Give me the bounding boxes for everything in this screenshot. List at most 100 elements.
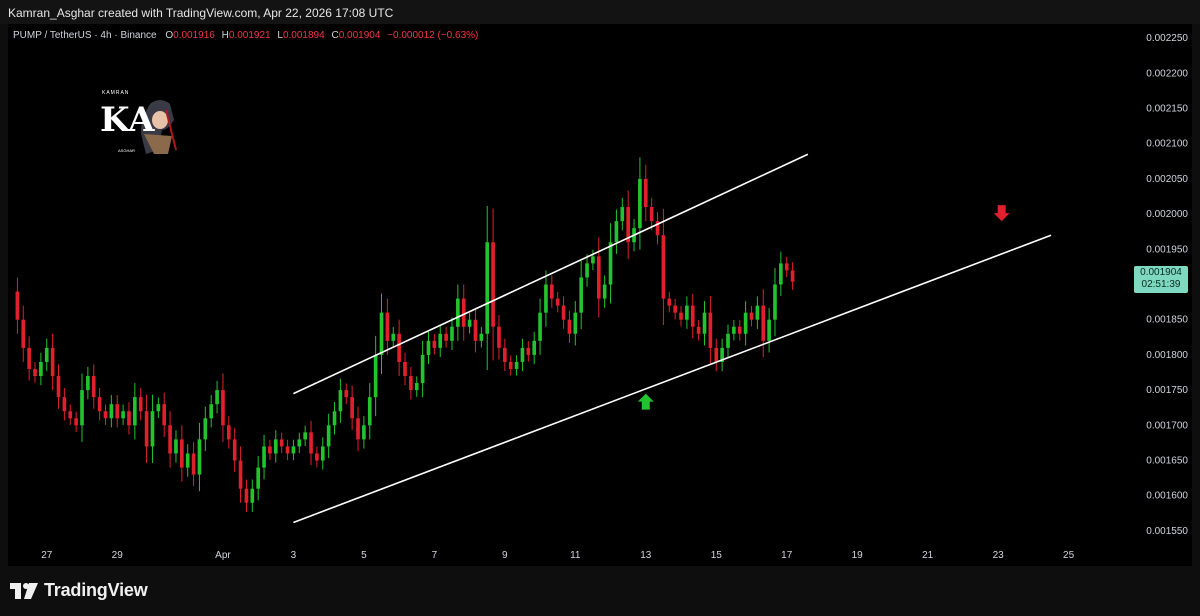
candle-body [555, 298, 560, 306]
x-tick-label: 17 [781, 550, 793, 561]
y-tick-label: 0.002100 [1146, 139, 1188, 150]
candle-body [344, 390, 349, 398]
candle-body [643, 178, 648, 208]
candle-body [673, 305, 677, 313]
x-tick-label: 23 [993, 550, 1005, 561]
candle-body [133, 397, 137, 426]
candle-body [150, 411, 155, 447]
candle-body [221, 390, 225, 426]
x-tick-label: 27 [41, 550, 53, 561]
x-tick-label: 15 [711, 550, 723, 561]
candle-body [596, 256, 601, 299]
y-tick-label: 0.001550 [1146, 526, 1188, 537]
candle-body [773, 284, 777, 320]
candle-body [50, 347, 55, 377]
y-tick-label: 0.001650 [1146, 456, 1188, 467]
candle-body [503, 347, 507, 362]
candle-body [667, 298, 672, 306]
candle-body [303, 432, 307, 440]
candle-body [696, 326, 701, 334]
candle-body [68, 411, 73, 419]
candle-body [244, 488, 249, 503]
symbol-legend[interactable]: PUMP / TetherUS · 4h · Binance O0.001916… [13, 30, 478, 41]
candle-body [197, 439, 202, 475]
x-tick-label: 21 [922, 550, 934, 561]
candle-body [690, 305, 695, 327]
y-tick-label: 0.001750 [1146, 385, 1188, 396]
x-tick-label: 25 [1063, 550, 1075, 561]
candle-body [679, 312, 683, 320]
open-label: O [165, 30, 174, 41]
candle-body [573, 312, 578, 334]
candle-body [755, 305, 760, 320]
candle-body [103, 411, 108, 419]
candle-body [309, 432, 313, 454]
price-chart[interactable]: 0.001550 0.001600 0.001650 0.001700 0.001750… [0, 0, 1200, 616]
candle-body [532, 340, 537, 355]
candle-body [326, 425, 331, 447]
candle-body [444, 333, 448, 341]
badge-top-text: KAMRAN [102, 90, 130, 96]
arrow-up-icon [637, 393, 654, 410]
candle-body [544, 284, 548, 313]
candles-layer [15, 157, 795, 512]
x-tick-label: 13 [640, 550, 652, 561]
candle-body [86, 376, 90, 391]
candle-body [714, 347, 719, 362]
candle-body [426, 340, 431, 355]
badge-letters: KA [100, 100, 155, 140]
candle-body [185, 453, 190, 468]
x-tick-label: 5 [361, 550, 367, 561]
candle-body [268, 446, 272, 454]
candle-body [367, 397, 372, 426]
close-label: C [331, 30, 339, 41]
y-tick-label: 0.002150 [1146, 103, 1188, 114]
candle-body [397, 333, 401, 362]
tradingview-logo[interactable]: TradingView [10, 580, 148, 601]
candle-body [297, 439, 302, 447]
candle-body [661, 235, 666, 299]
candle-body [191, 453, 196, 475]
candle-body [526, 347, 531, 355]
y-tick-label: 0.001950 [1146, 244, 1188, 255]
candle-body [743, 312, 748, 334]
candle-body [21, 319, 26, 348]
x-axis: 27 29 Apr 3 5 7 9 11 13 15 17 19 21 23 25 [41, 550, 1074, 561]
close-value: 0.001904 [338, 30, 381, 41]
change-value: −0.000012 (−0.63%) [387, 30, 479, 41]
candle-body [761, 305, 766, 341]
candle-body [491, 242, 495, 327]
candle-body [784, 263, 789, 271]
candle-body [350, 397, 354, 419]
candle-body [232, 439, 237, 461]
arrow-down-icon [993, 205, 1010, 222]
candle-body [273, 439, 278, 454]
candle-body [414, 383, 419, 391]
candle-body [708, 312, 713, 348]
candle-body [74, 418, 78, 426]
author-logo: KAMRAN KA ASGHAR [98, 90, 178, 158]
x-tick-label: 19 [852, 550, 864, 561]
y-tick-label: 0.002200 [1146, 68, 1188, 79]
candle-body [450, 326, 454, 341]
candle-body [538, 312, 542, 341]
candle-body [420, 354, 425, 384]
candle-body [109, 404, 114, 419]
open-value: 0.001916 [173, 30, 215, 41]
x-tick-label: 11 [570, 550, 581, 561]
candle-body [473, 319, 478, 341]
candle-body [561, 305, 566, 320]
candle-body [579, 277, 584, 313]
candle-body [391, 333, 396, 341]
candle-body [315, 453, 319, 461]
candle-body [514, 361, 519, 369]
candle-body [338, 390, 343, 412]
candle-body [467, 319, 472, 327]
symbol-name[interactable]: PUMP / TetherUS · 4h · Binance [13, 30, 157, 41]
x-tick-label: 29 [112, 550, 124, 561]
candle-body [33, 368, 37, 377]
candle-body [602, 284, 607, 299]
candle-body [91, 376, 96, 398]
candle-body [97, 397, 102, 412]
candle-body [379, 312, 384, 355]
